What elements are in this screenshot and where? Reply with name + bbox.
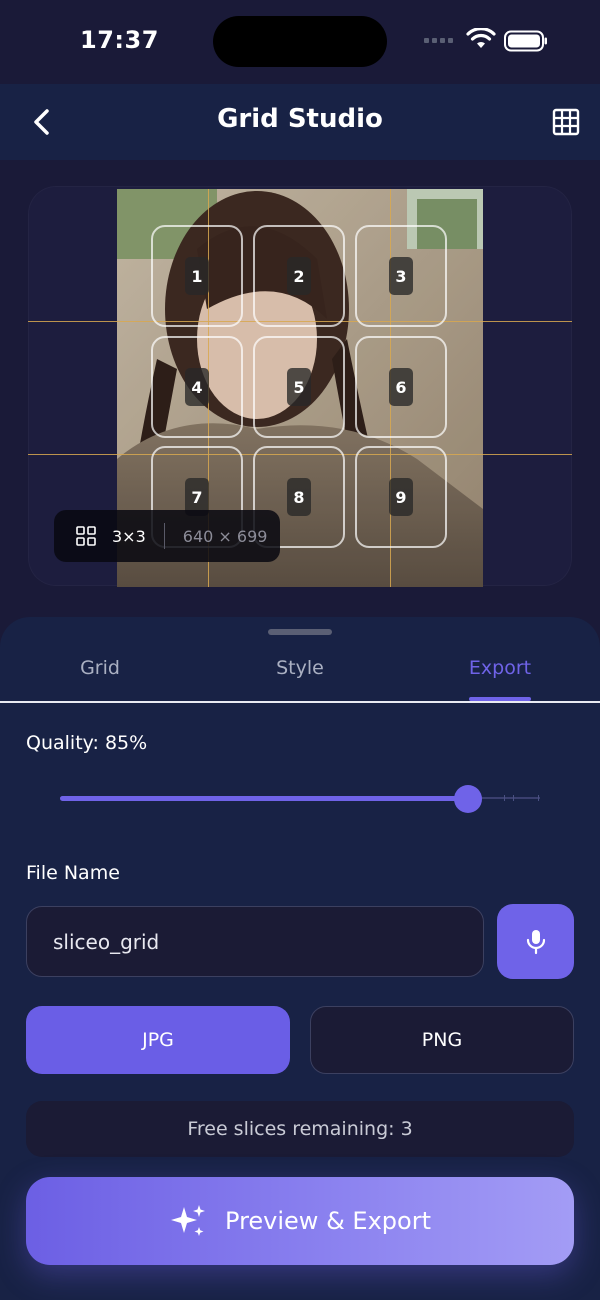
signal-icon — [424, 38, 453, 43]
tabs-divider — [0, 701, 600, 703]
grid-tile[interactable]: 5 — [253, 336, 345, 438]
quality-slider-fill — [60, 796, 468, 801]
grid-tile[interactable]: 2 — [253, 225, 345, 327]
page-title: Grid Studio — [217, 104, 383, 134]
format-png-button[interactable]: PNG — [310, 1006, 574, 1074]
file-name-value: sliceo_grid — [53, 929, 160, 954]
chip-divider — [163, 523, 165, 549]
grid-toggle-button[interactable] — [548, 104, 584, 140]
image-dimensions: 640 × 699 — [182, 526, 268, 546]
grid-info-chip: 3×3 640 × 699 — [54, 510, 280, 562]
tile-number: 4 — [185, 368, 209, 406]
voice-input-button[interactable] — [497, 904, 574, 979]
slider-tick — [513, 795, 514, 801]
tile-number: 6 — [389, 368, 413, 406]
grid-tile[interactable]: 4 — [151, 336, 243, 438]
status-bar: 17:37 — [0, 0, 600, 84]
battery-icon — [504, 30, 547, 52]
slider-tick — [504, 795, 505, 801]
microphone-icon — [526, 929, 545, 954]
wifi-icon — [466, 28, 496, 48]
free-slices-text: Free slices remaining: 3 — [187, 1118, 413, 1140]
tab-bar: Grid Style Export — [0, 647, 600, 701]
grid-tile[interactable]: 3 — [355, 225, 447, 327]
tile-number: 2 — [287, 257, 311, 295]
sparkles-icon — [169, 1203, 207, 1239]
quality-slider-thumb[interactable] — [454, 785, 482, 813]
tile-number: 3 — [389, 257, 413, 295]
grid-size-label: 3×3 — [112, 526, 146, 546]
tab-grid[interactable]: Grid — [0, 657, 200, 679]
grid-tile[interactable]: 6 — [355, 336, 447, 438]
sheet-handle[interactable] — [268, 629, 332, 635]
status-time: 17:37 — [80, 26, 159, 54]
quality-slider[interactable] — [60, 785, 540, 813]
export-button-label: Preview & Export — [225, 1207, 431, 1235]
file-name-input[interactable]: sliceo_grid — [26, 906, 484, 977]
tile-number: 9 — [389, 478, 413, 516]
tile-number: 8 — [287, 478, 311, 516]
file-name-label: File Name — [26, 862, 120, 884]
tab-style[interactable]: Style — [200, 657, 400, 679]
tile-number: 5 — [287, 368, 311, 406]
tab-export[interactable]: Export — [400, 657, 600, 679]
slider-tick — [538, 795, 539, 801]
dynamic-island — [213, 16, 387, 67]
quality-label: Quality: 85% — [26, 732, 148, 754]
grid-tile[interactable]: 1 — [151, 225, 243, 327]
grid-small-icon — [76, 526, 96, 546]
app-header: Grid Studio — [0, 84, 600, 160]
grid-icon — [552, 108, 580, 136]
grid-tile[interactable]: 9 — [355, 446, 447, 548]
preview-export-button[interactable]: Preview & Export — [26, 1177, 574, 1265]
format-jpg-button[interactable]: JPG — [26, 1006, 290, 1074]
free-slices-banner: Free slices remaining: 3 — [26, 1101, 574, 1157]
tile-number: 1 — [185, 257, 209, 295]
